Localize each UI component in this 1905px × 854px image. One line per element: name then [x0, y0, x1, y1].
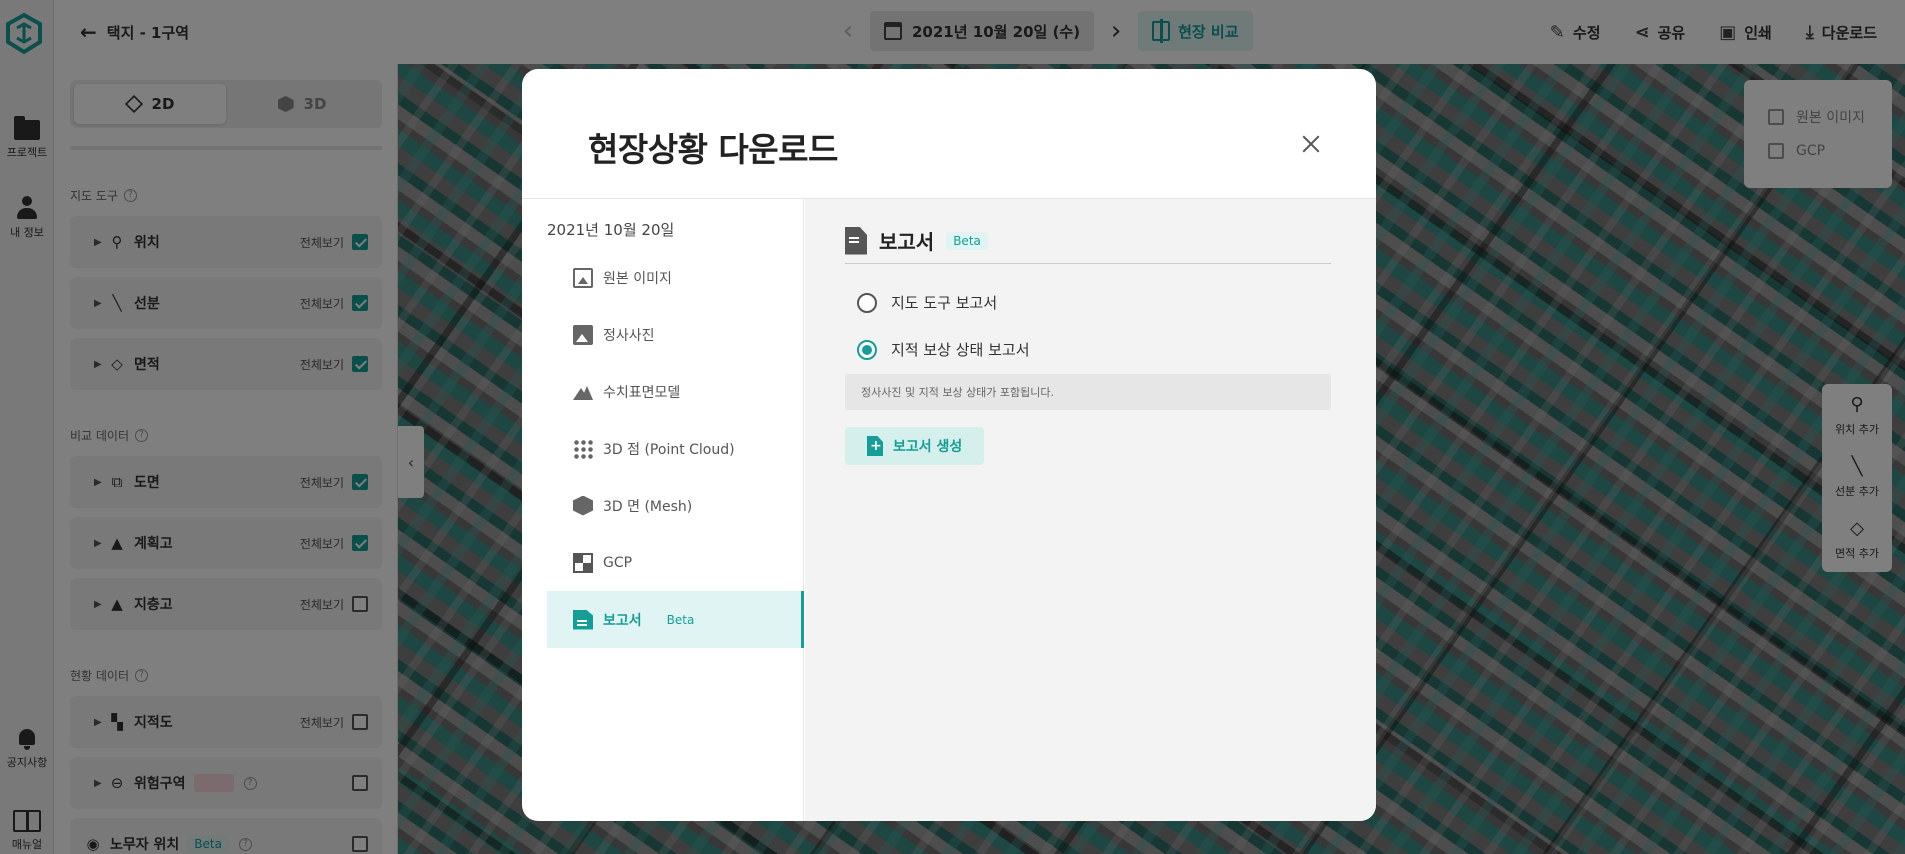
modal-date: 2021년 10월 20일 [547, 221, 675, 239]
menu-item-label: 원본 이미지 [603, 270, 672, 287]
download-modal: 현장상황 다운로드 2021년 10월 20일 원본 이미지 정사사진 수치표면… [522, 69, 1376, 821]
download-type-menu: 2021년 10월 20일 원본 이미지 정사사진 수치표면모델 3D 점 (P… [522, 199, 804, 821]
close-icon[interactable] [1298, 131, 1324, 157]
menu-item-original-image[interactable]: 원본 이미지 [547, 249, 804, 306]
mountain-icon [573, 382, 593, 402]
point-cloud-icon [573, 438, 593, 459]
radio-map-tools-report[interactable]: 지도 도구 보고서 [857, 292, 997, 313]
beta-badge: Beta [659, 610, 702, 629]
document-icon [845, 226, 867, 255]
menu-item-dsm[interactable]: 수치표면모델 [547, 363, 804, 420]
radio-button[interactable] [857, 292, 877, 313]
report-title: 보고서 [879, 230, 935, 254]
menu-item-label: 수치표면모델 [603, 384, 681, 401]
report-header: 보고서 Beta [845, 224, 1331, 264]
report-icon [573, 609, 593, 630]
menu-item-label: 3D 점 (Point Cloud) [603, 441, 735, 458]
beta-badge: Beta [946, 231, 988, 250]
mesh-icon [573, 495, 593, 516]
generate-report-label: 보고서 생성 [893, 439, 963, 455]
menu-item-label: GCP [603, 554, 633, 571]
menu-item-orthophoto[interactable]: 정사사진 [547, 306, 804, 363]
radio-compensation-report[interactable]: 지적 보상 상태 보고서 [857, 339, 1030, 360]
menu-item-mesh[interactable]: 3D 면 (Mesh) [547, 477, 804, 534]
menu-item-label: 보고서 [603, 612, 642, 629]
radio-label: 지적 보상 상태 보고서 [891, 341, 1030, 359]
menu-item-label: 3D 면 (Mesh) [603, 498, 693, 515]
report-info-text: 정사사진 및 지적 보상 상태가 포함됩니다. [845, 374, 1331, 410]
modal-header: 현장상황 다운로드 [522, 69, 1376, 199]
report-options-pane: 보고서 Beta 지도 도구 보고서 지적 보상 상태 보고서 정사사진 및 지… [805, 199, 1376, 821]
radio-button[interactable] [857, 339, 877, 360]
add-document-icon [867, 436, 883, 456]
modal-title: 현장상황 다운로드 [588, 130, 838, 169]
generate-report-button[interactable]: 보고서 생성 [845, 427, 985, 465]
images-icon [573, 267, 593, 288]
menu-item-point-cloud[interactable]: 3D 점 (Point Cloud) [547, 420, 804, 477]
menu-item-label: 정사사진 [603, 327, 655, 344]
menu-item-gcp[interactable]: GCP [547, 534, 804, 591]
gcp-icon [573, 552, 593, 573]
radio-label: 지도 도구 보고서 [891, 294, 998, 312]
photo-icon [573, 324, 593, 345]
menu-item-report[interactable]: 보고서 Beta [547, 591, 804, 648]
